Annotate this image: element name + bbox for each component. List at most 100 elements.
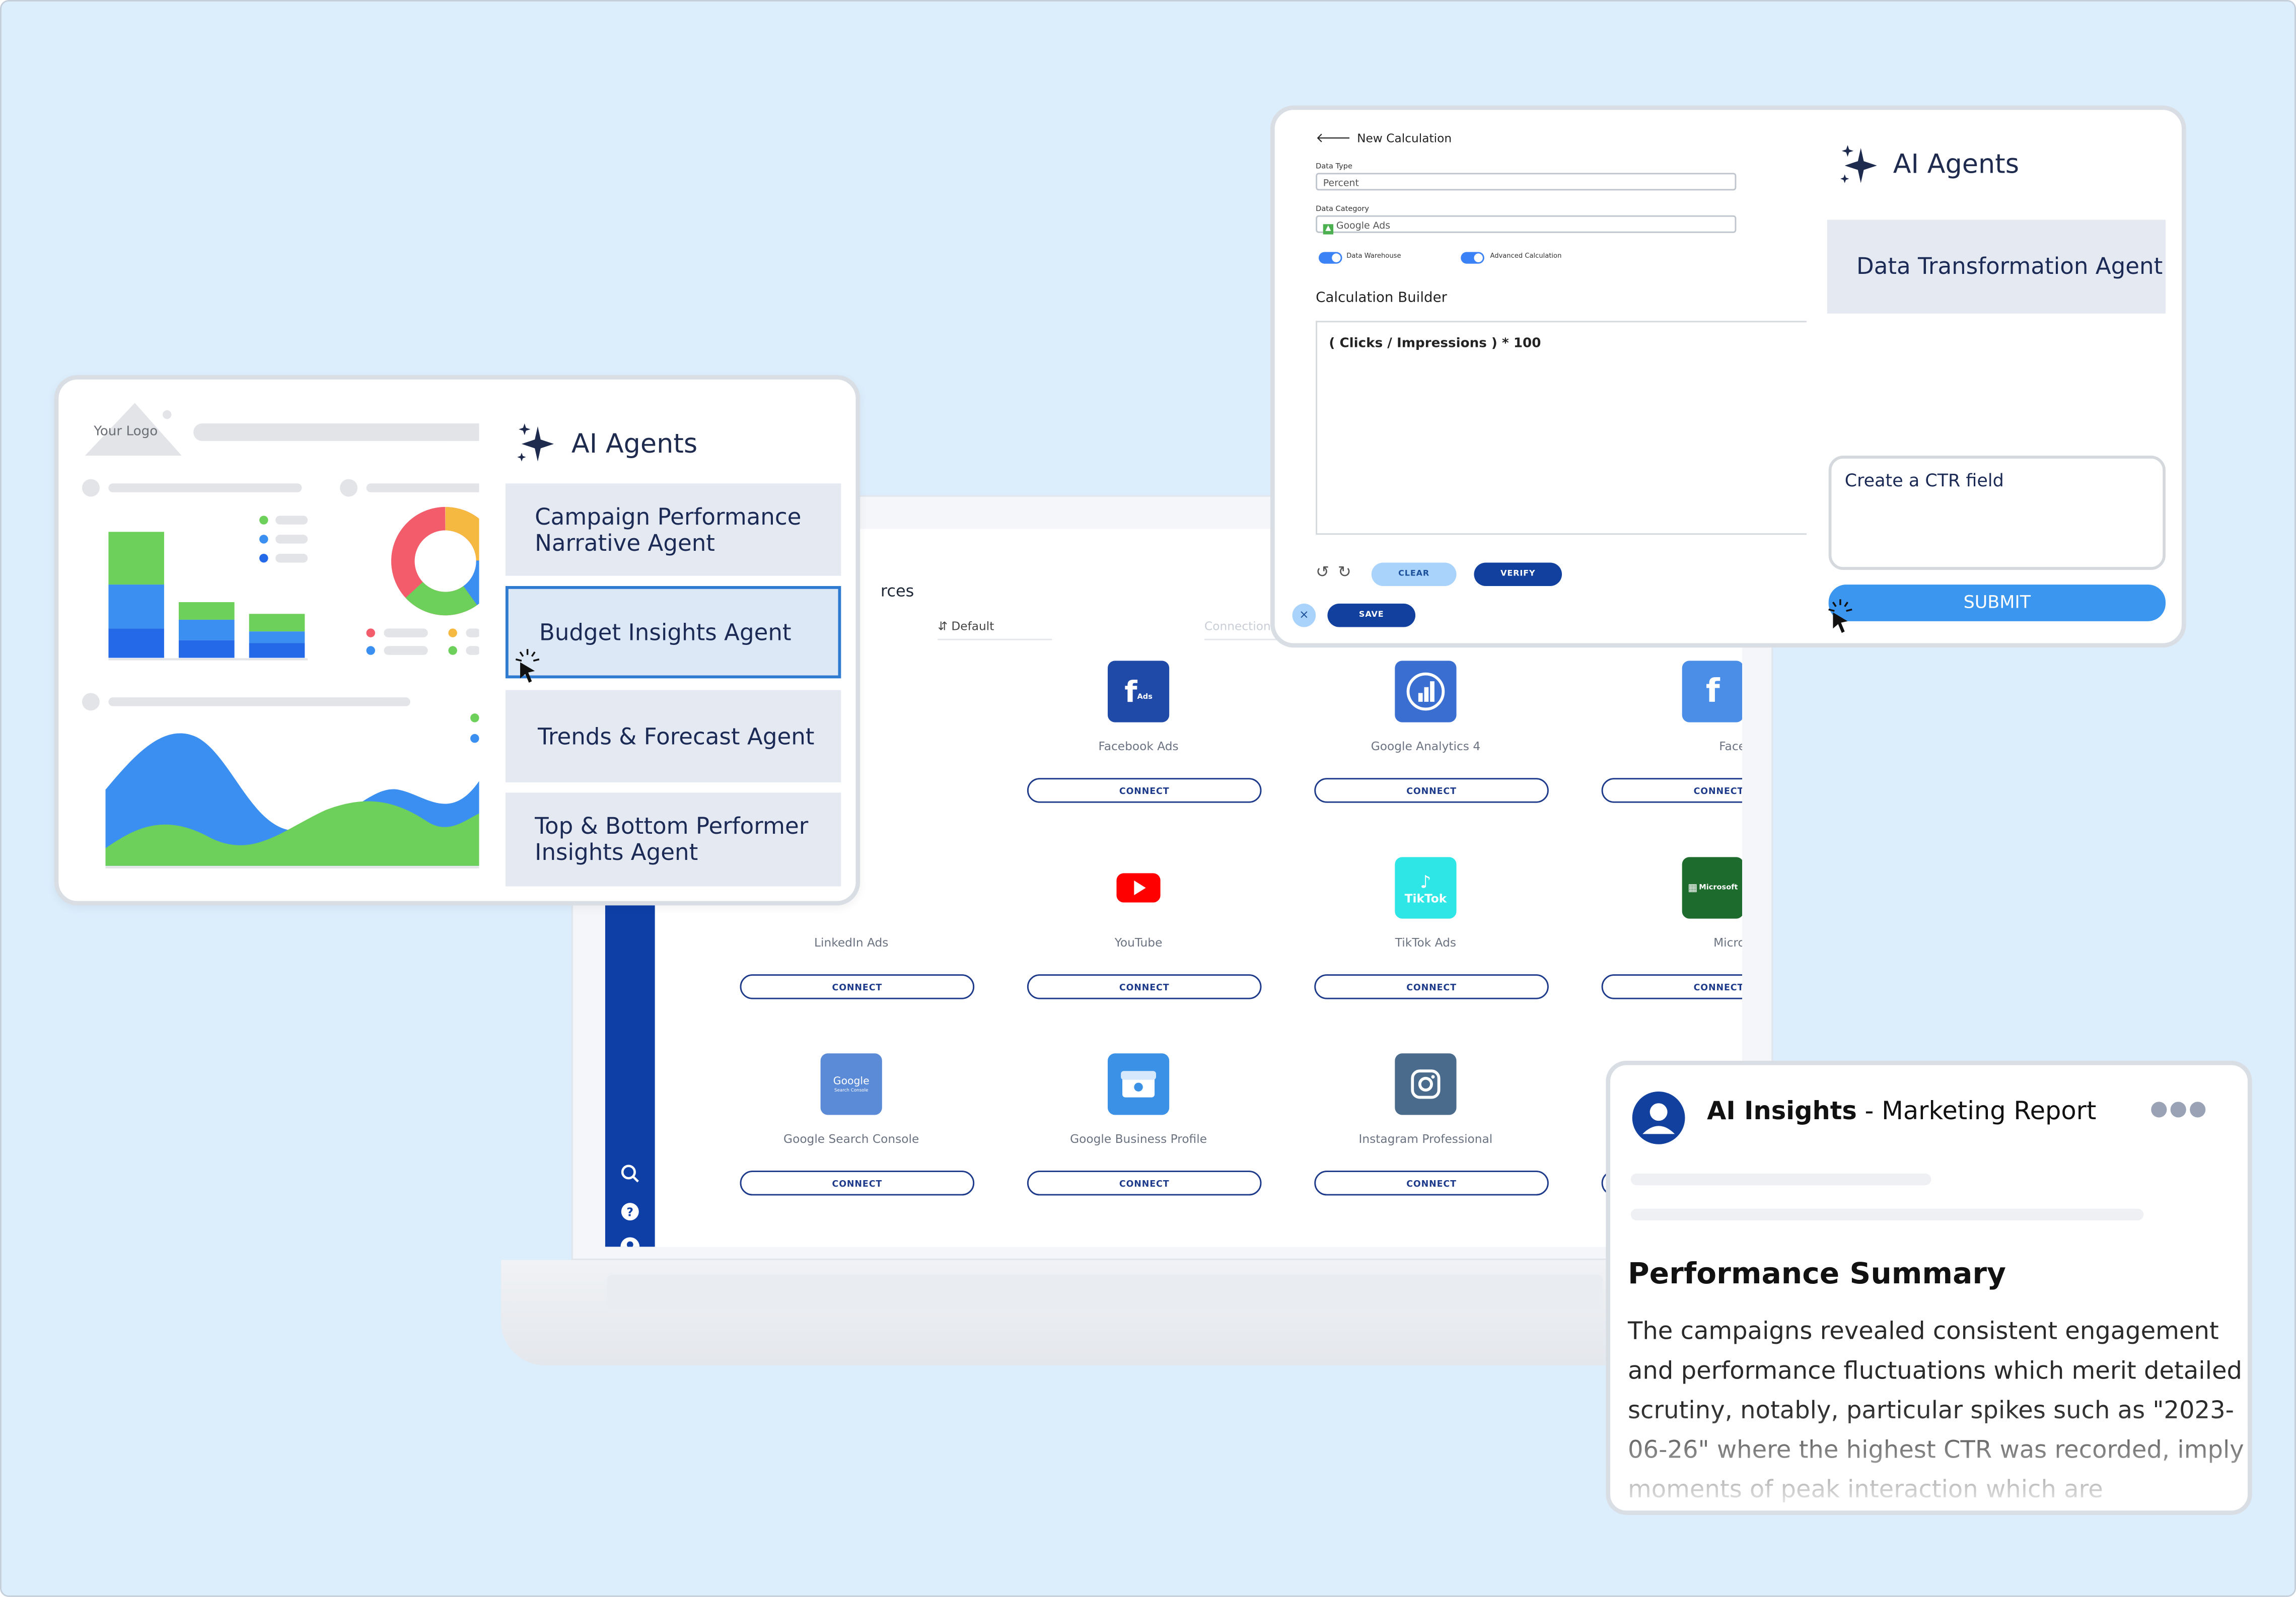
advanced-calculation-toggle[interactable]	[1461, 252, 1484, 264]
click-cursor-icon	[515, 649, 540, 683]
source-name: Facebook Insights	[1719, 740, 1742, 753]
summary-heading: Performance Summary	[1628, 1255, 2006, 1291]
logo-sub: Ads	[1137, 693, 1153, 702]
agent-campaign-performance[interactable]: Campaign Performance Narrative Agent	[505, 483, 841, 576]
source-tile-instagram: Instagram Professional CONNECT	[1297, 1050, 1554, 1232]
google-business-icon	[1107, 1053, 1170, 1115]
source-name: Facebook Ads	[1098, 740, 1179, 753]
back-link[interactable]: 🡐 New Calculation	[1316, 130, 1452, 147]
panel-title: AI Agents	[1893, 149, 2020, 180]
legend-dot-blue	[366, 646, 375, 655]
google-search-console-icon: Google Search Console	[820, 1053, 882, 1115]
more-options-icon[interactable]: ●●●	[2150, 1098, 2208, 1121]
logo-glyph: f	[1124, 674, 1137, 709]
connect-button[interactable]: CONNECT	[1027, 974, 1262, 999]
connect-button[interactable]: CONNECT	[740, 974, 975, 999]
connect-button[interactable]: CONNECT	[1027, 778, 1262, 803]
placeholder-line	[366, 483, 484, 492]
placeholder-dot	[340, 479, 358, 497]
source-tile-tiktok: ♪ TikTok TikTok Ads CONNECT	[1297, 854, 1554, 1036]
prompt-textarea[interactable]: Create a CTR field	[1828, 456, 2166, 570]
sparkle-icon	[1840, 145, 1877, 183]
save-button[interactable]: SAVE	[1327, 603, 1416, 627]
toggle-label: Advanced Calculation	[1490, 253, 1562, 261]
connect-button[interactable]: CONNECT	[1027, 1171, 1262, 1196]
data-category-field[interactable]: ▲ Google Ads	[1316, 215, 1737, 235]
agent-label: Campaign Performance Narrative Agent	[535, 503, 802, 556]
submit-button[interactable]: SUBMIT	[1828, 585, 2166, 621]
data-type-field[interactable]: Percent	[1316, 173, 1737, 191]
insights-title-bold: AI Insights	[1707, 1097, 1857, 1127]
legend-dot-green	[448, 646, 457, 655]
source-tile-facebook-insights: f Facebook Insights CONNECT	[1584, 658, 1742, 840]
legend-line	[384, 646, 428, 655]
formula-text: ( Clicks / Impressions ) * 100	[1329, 337, 1541, 352]
agent-label: Trends & Forecast Agent	[537, 723, 815, 750]
ai-insights-card: AI Insights - Marketing Report ●●● Perfo…	[1606, 1060, 2252, 1515]
agent-data-transformation[interactable]: Data Transformation Agent	[1827, 220, 2166, 314]
text-fade	[1610, 1408, 2248, 1511]
calculation-builder-area[interactable]: ( Clicks / Impressions ) * 100	[1316, 321, 1807, 535]
connect-button[interactable]: CONNECT	[1601, 974, 1742, 999]
user-icon[interactable]	[618, 1235, 642, 1247]
agent-trends-forecast[interactable]: Trends & Forecast Agent	[505, 690, 841, 782]
verify-button[interactable]: VERIFY	[1474, 562, 1562, 586]
legend-dot-blue	[470, 734, 479, 743]
logo-text: Google	[833, 1075, 870, 1087]
legend-line	[466, 628, 481, 637]
toggle-label: Data Warehouse	[1346, 253, 1401, 261]
source-tile-business-profile: Google Business Profile CONNECT	[1010, 1050, 1267, 1232]
agent-label: Data Transformation Agent	[1856, 253, 2163, 280]
undo-icon[interactable]: ↺	[1316, 562, 1329, 582]
facebook-insights-icon: f	[1682, 661, 1742, 722]
connect-button[interactable]: CONNECT	[1601, 778, 1742, 803]
dashboard-card: Your Logo AI Agents Campaign Performance…	[54, 375, 860, 906]
microsoft-icon: ▦ Microsoft	[1682, 857, 1742, 919]
source-tile-facebook-ads: f Ads Facebook Ads CONNECT	[1010, 658, 1267, 840]
sparkle-icon	[517, 423, 554, 462]
logo-text: Your Logo	[94, 424, 158, 440]
source-name: YouTube	[1114, 936, 1163, 950]
placeholder-dot	[82, 693, 100, 711]
data-warehouse-toggle[interactable]	[1319, 252, 1342, 264]
source-tile-search-console: Google Search Console Google Search Conso…	[723, 1050, 980, 1232]
help-icon[interactable]: ?	[618, 1200, 642, 1223]
filter-dropdown[interactable]: ⇵ Default	[938, 620, 1052, 640]
redo-icon[interactable]: ↻	[1338, 562, 1351, 582]
agent-budget-insights[interactable]: Budget Insights Agent	[505, 586, 841, 679]
source-name: Google Analytics 4	[1371, 740, 1481, 753]
source-name: Instagram Professional	[1358, 1132, 1493, 1146]
source-name: LinkedIn Ads	[814, 936, 889, 950]
facebook-ads-icon: f Ads	[1107, 661, 1170, 722]
source-name: TikTok Ads	[1395, 936, 1457, 950]
google-analytics-icon	[1395, 661, 1457, 722]
connect-button[interactable]: CONNECT	[1314, 1171, 1549, 1196]
user-avatar-icon	[1632, 1091, 1685, 1144]
source-name: Google Search Console	[783, 1132, 919, 1146]
placeholder-line	[108, 483, 302, 492]
tiktok-icon: ♪ TikTok	[1395, 857, 1457, 919]
connect-button[interactable]: CONNECT	[740, 1171, 975, 1196]
category-value: Google Ads	[1336, 220, 1391, 232]
agent-label: Top & Bottom Performer Insights Agent	[535, 813, 809, 866]
legend-line	[275, 535, 308, 544]
svg-text:?: ?	[627, 1205, 634, 1219]
agent-top-bottom-performer[interactable]: Top & Bottom Performer Insights Agent	[505, 792, 841, 887]
legend-line	[384, 628, 428, 637]
clear-button[interactable]: CLEAR	[1371, 562, 1457, 586]
legend-dot-darkblue	[259, 553, 268, 563]
connect-button[interactable]: CONNECT	[1314, 778, 1549, 803]
insights-title: AI Insights - Marketing Report	[1707, 1098, 2096, 1127]
agent-label: Budget Insights Agent	[539, 619, 792, 645]
close-button[interactable]: ×	[1292, 603, 1316, 627]
source-tile-google-analytics: Google Analytics 4 CONNECT	[1297, 658, 1554, 840]
logo-text: TikTok	[1404, 891, 1447, 905]
bar-chart-graphic	[108, 532, 308, 661]
filter-value: Default	[951, 619, 994, 633]
back-label: New Calculation	[1357, 131, 1452, 146]
placeholder-dot	[82, 479, 100, 497]
data-type-label: Data Type	[1316, 163, 1352, 172]
source-name: Microsoft Advertisin	[1713, 936, 1742, 950]
connect-button[interactable]: CONNECT	[1314, 974, 1549, 999]
search-icon[interactable]	[618, 1162, 642, 1186]
